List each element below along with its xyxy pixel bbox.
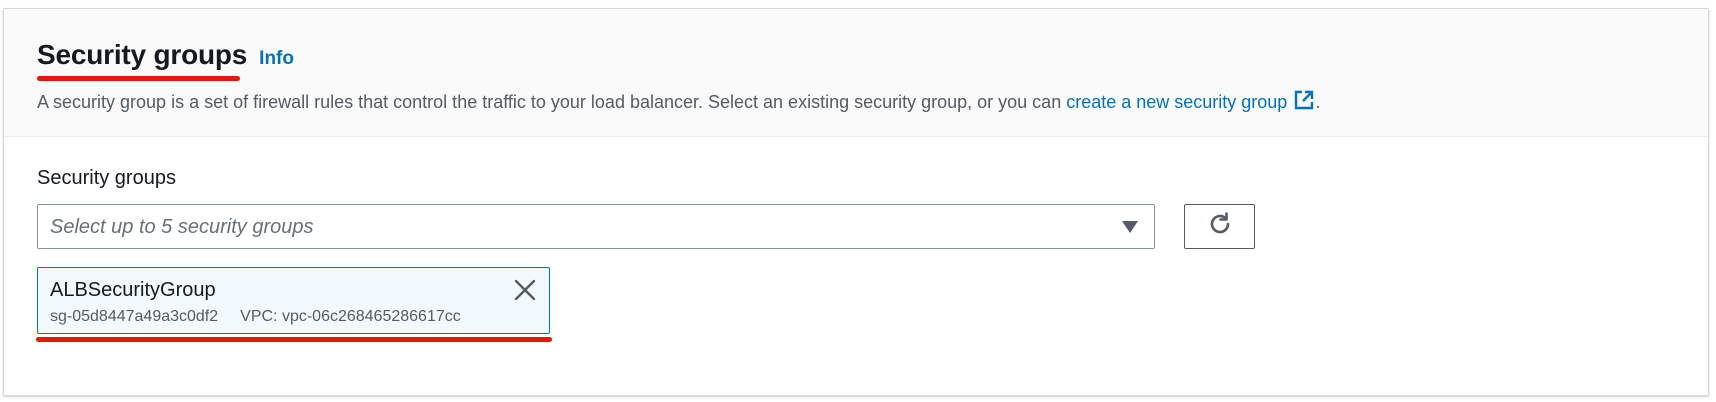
- create-security-group-link-label[interactable]: create a new security group: [1066, 92, 1287, 112]
- create-security-group-link[interactable]: create a new security group: [1066, 90, 1315, 112]
- security-groups-select[interactable]: Select up to 5 security groups: [37, 204, 1155, 249]
- caret-down-icon: [1122, 221, 1138, 233]
- token-vpc-id: VPC: vpc-06c268465286617cc: [240, 308, 461, 325]
- external-link-icon[interactable]: [1293, 89, 1315, 116]
- select-placeholder: Select up to 5 security groups: [50, 216, 314, 238]
- section-title: Security groups: [37, 39, 248, 70]
- token-name: ALBSecurityGroup: [50, 279, 216, 301]
- close-icon[interactable]: [513, 278, 537, 302]
- token-meta: sg-05d8447a49a3c0df2 VPC: vpc-06c26846528…: [50, 308, 461, 326]
- refresh-button[interactable]: [1184, 204, 1255, 249]
- description-text: A security group is a set of firewall ru…: [37, 92, 1067, 112]
- token-security-group-id: sg-05d8447a49a3c0df2: [50, 308, 219, 325]
- token-highlight-underline: [36, 337, 552, 342]
- section-description: A security group is a set of firewall ru…: [37, 89, 1320, 116]
- refresh-icon: [1206, 210, 1234, 243]
- description-suffix: .: [1315, 92, 1321, 112]
- security-groups-panel: Security groups Info A security group is…: [3, 8, 1709, 396]
- title-highlight-underline: [37, 76, 240, 81]
- info-link[interactable]: Info: [259, 48, 294, 70]
- selected-security-group-token: ALBSecurityGroup sg-05d8447a49a3c0df2 VPC…: [37, 267, 550, 334]
- security-groups-field-label: Security groups: [37, 167, 176, 189]
- title-row: Security groups Info: [37, 39, 294, 71]
- panel-header: Security groups Info A security group is…: [4, 9, 1708, 137]
